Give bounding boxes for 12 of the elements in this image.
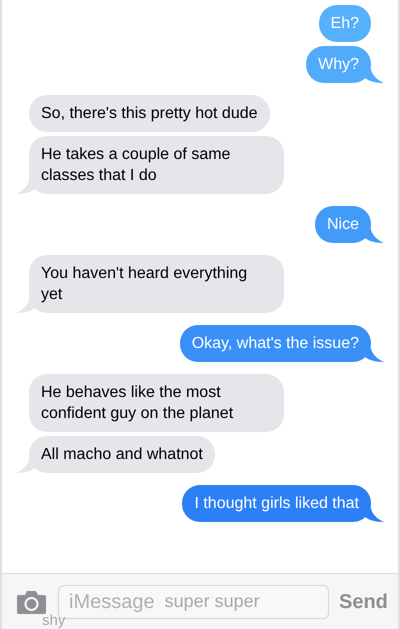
received-message: You haven't heard everything yet [16,255,284,313]
camera-icon[interactable] [16,590,47,614]
sent-message: I thought girls liked that [182,485,384,522]
received-message: He takes a couple of same classes that I do [16,136,284,194]
input-placeholder: iMessage [69,590,155,614]
sent-message: Why? [306,46,384,83]
sent-message: Okay, what's the issue? [180,325,384,362]
sent-message: Nice [314,206,384,243]
send-button[interactable]: Send [339,586,388,616]
obscured-message-text: super super [164,590,260,613]
message-input[interactable]: iMessage super super [58,584,329,618]
received-message: All macho and whatnot [16,436,215,473]
